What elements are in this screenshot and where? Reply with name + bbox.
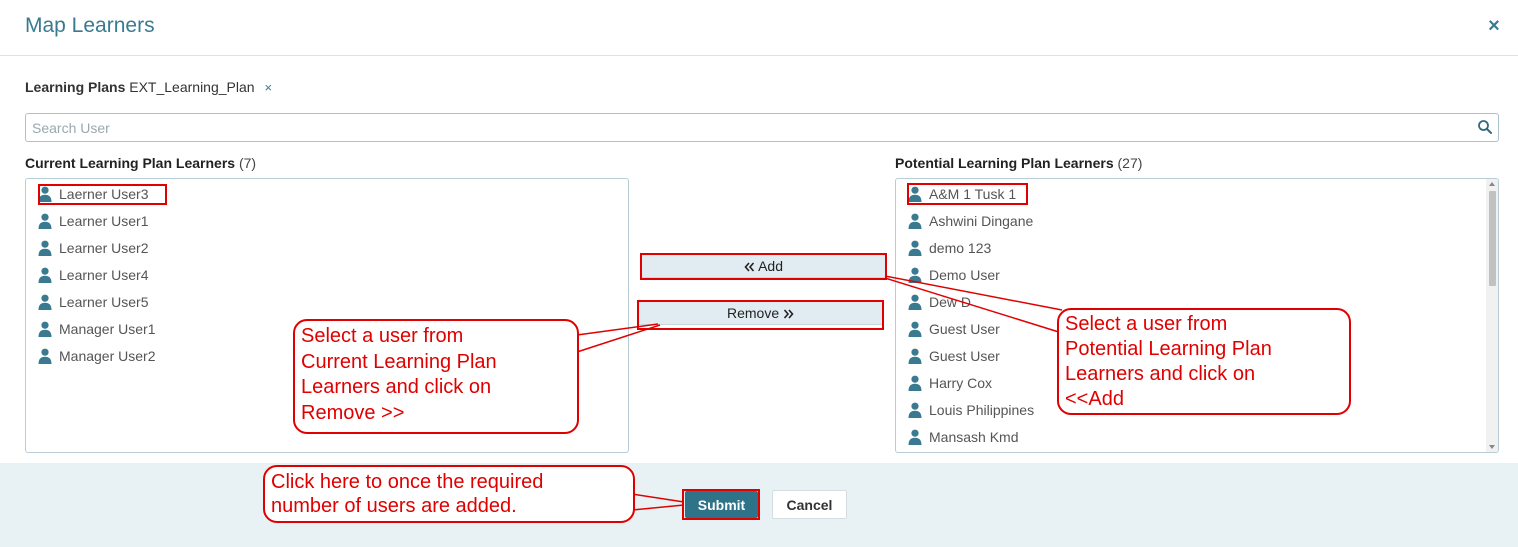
learner-name: Learner User5 [59, 294, 149, 310]
learner-name: Dew D [929, 294, 972, 310]
list-scrollbar[interactable] [1486, 179, 1498, 452]
potential-learner-item[interactable]: Guest User [908, 319, 1000, 339]
user-icon [38, 294, 52, 310]
add-button[interactable]: Add [641, 254, 886, 278]
close-icon[interactable]: × [1484, 14, 1504, 38]
user-icon [908, 213, 922, 229]
learner-name: Manager User1 [59, 321, 156, 337]
learning-plan-value: EXT_Learning_Plan [129, 79, 255, 95]
potential-learner-item[interactable]: A&M 1 Tusk 1 [908, 184, 1016, 204]
learner-name: Guest User [929, 348, 1000, 364]
learner-name: Laerner User3 [59, 186, 149, 202]
double-chevron-left-icon [744, 262, 755, 272]
user-icon [908, 429, 922, 445]
search-input[interactable] [26, 114, 1456, 141]
user-icon [38, 267, 52, 283]
search-box [25, 113, 1499, 142]
callout-line: Potential Learning Plan [1065, 338, 1272, 360]
learner-name: Learner User2 [59, 240, 149, 256]
remove-plan-icon[interactable]: × [264, 80, 272, 95]
current-learners-count: (7) [238, 155, 257, 171]
potential-learner-item[interactable]: Dew D [908, 292, 971, 312]
potential-learner-item[interactable]: Demo User [908, 265, 1000, 285]
remove-button[interactable]: Remove [638, 301, 883, 325]
add-button-label: Add [758, 258, 784, 274]
user-icon [908, 348, 922, 364]
potential-learner-item[interactable]: Louis Philippines [908, 400, 1034, 420]
learner-name: Guest User [929, 321, 1000, 337]
callout-line: Current Learning Plan [301, 350, 497, 373]
learner-name: Ashwini Dingane [929, 213, 1034, 229]
user-icon [908, 267, 922, 283]
current-learner-item[interactable]: Learner User1 [38, 211, 149, 231]
callout-line: Remove >> [301, 401, 405, 424]
user-icon [38, 186, 52, 202]
search-icon[interactable] [1477, 119, 1493, 135]
callout-line: Select a user from [301, 325, 464, 347]
scroll-up-icon[interactable] [1489, 182, 1495, 186]
learning-plan-row: Learning Plans EXT_Learning_Plan × [25, 79, 272, 95]
potential-learner-item[interactable]: Guest User [908, 346, 1000, 366]
user-icon [908, 375, 922, 391]
dialog-title: Map Learners [25, 14, 155, 37]
learner-name: A&M 1 Tusk 1 [929, 186, 1017, 202]
learner-name: Demo User [929, 267, 1000, 283]
learner-name: Manager User2 [59, 348, 156, 364]
user-icon [38, 213, 52, 229]
user-icon [908, 402, 922, 418]
submit-button[interactable]: Submit [685, 491, 758, 518]
potential-learner-item[interactable]: Harry Cox [908, 373, 992, 393]
learner-name: Learner User4 [59, 267, 149, 283]
potential-learner-item[interactable]: Mansash Kmd [908, 427, 1018, 447]
user-icon [38, 321, 52, 337]
callout-line: <<Add [1065, 388, 1124, 410]
scroll-down-icon[interactable] [1489, 445, 1495, 449]
learner-name: Mansash Kmd [929, 429, 1019, 445]
dialog-footer [0, 463, 1518, 547]
callout-line: Learners and click on [1065, 363, 1256, 385]
user-icon [908, 240, 922, 256]
submit-instruction-callout: Click here to once the required number o… [263, 465, 635, 523]
user-icon [38, 348, 52, 364]
scroll-thumb[interactable] [1489, 191, 1496, 286]
current-learner-item[interactable]: Laerner User3 [38, 184, 149, 204]
potential-learners-heading: Potential Learning Plan Learners (27) [895, 155, 1142, 171]
remove-instruction-callout: Select a user from Current Learning Plan… [293, 319, 579, 434]
user-icon [908, 321, 922, 337]
double-chevron-right-icon [783, 309, 794, 319]
potential-learner-item[interactable]: demo 123 [908, 238, 991, 258]
current-learners-heading: Current Learning Plan Learners (7) [25, 155, 256, 171]
user-icon [38, 240, 52, 256]
learner-name: Harry Cox [929, 375, 993, 391]
current-learner-item[interactable]: Learner User5 [38, 292, 149, 312]
callout-line: Select a user from [1065, 313, 1228, 335]
learning-plan-label: Learning Plans [25, 79, 126, 95]
remove-button-label: Remove [726, 305, 780, 321]
current-learner-item[interactable]: Manager User1 [38, 319, 156, 339]
learner-name: demo 123 [929, 240, 992, 256]
potential-learner-item[interactable]: Ashwini Dingane [908, 211, 1033, 231]
current-learner-item[interactable]: Manager User2 [38, 346, 156, 366]
add-instruction-callout: Select a user from Potential Learning Pl… [1057, 308, 1351, 415]
dialog-header: Map Learners × [0, 0, 1518, 56]
user-icon [908, 186, 922, 202]
callout-line: Learners and click on [301, 376, 492, 398]
learner-name: Louis Philippines [929, 402, 1035, 418]
current-learner-item[interactable]: Learner User4 [38, 265, 149, 285]
callout-line: number of users are added. [271, 495, 517, 517]
learner-name: Learner User1 [59, 213, 149, 229]
potential-learners-label: Potential Learning Plan Learners [895, 155, 1114, 171]
callout-line: Click here to once the required [271, 471, 544, 493]
potential-learners-count: (27) [1117, 155, 1143, 171]
cancel-button[interactable]: Cancel [772, 490, 847, 519]
user-icon [908, 294, 922, 310]
current-learners-label: Current Learning Plan Learners [25, 155, 236, 171]
current-learner-item[interactable]: Learner User2 [38, 238, 149, 258]
